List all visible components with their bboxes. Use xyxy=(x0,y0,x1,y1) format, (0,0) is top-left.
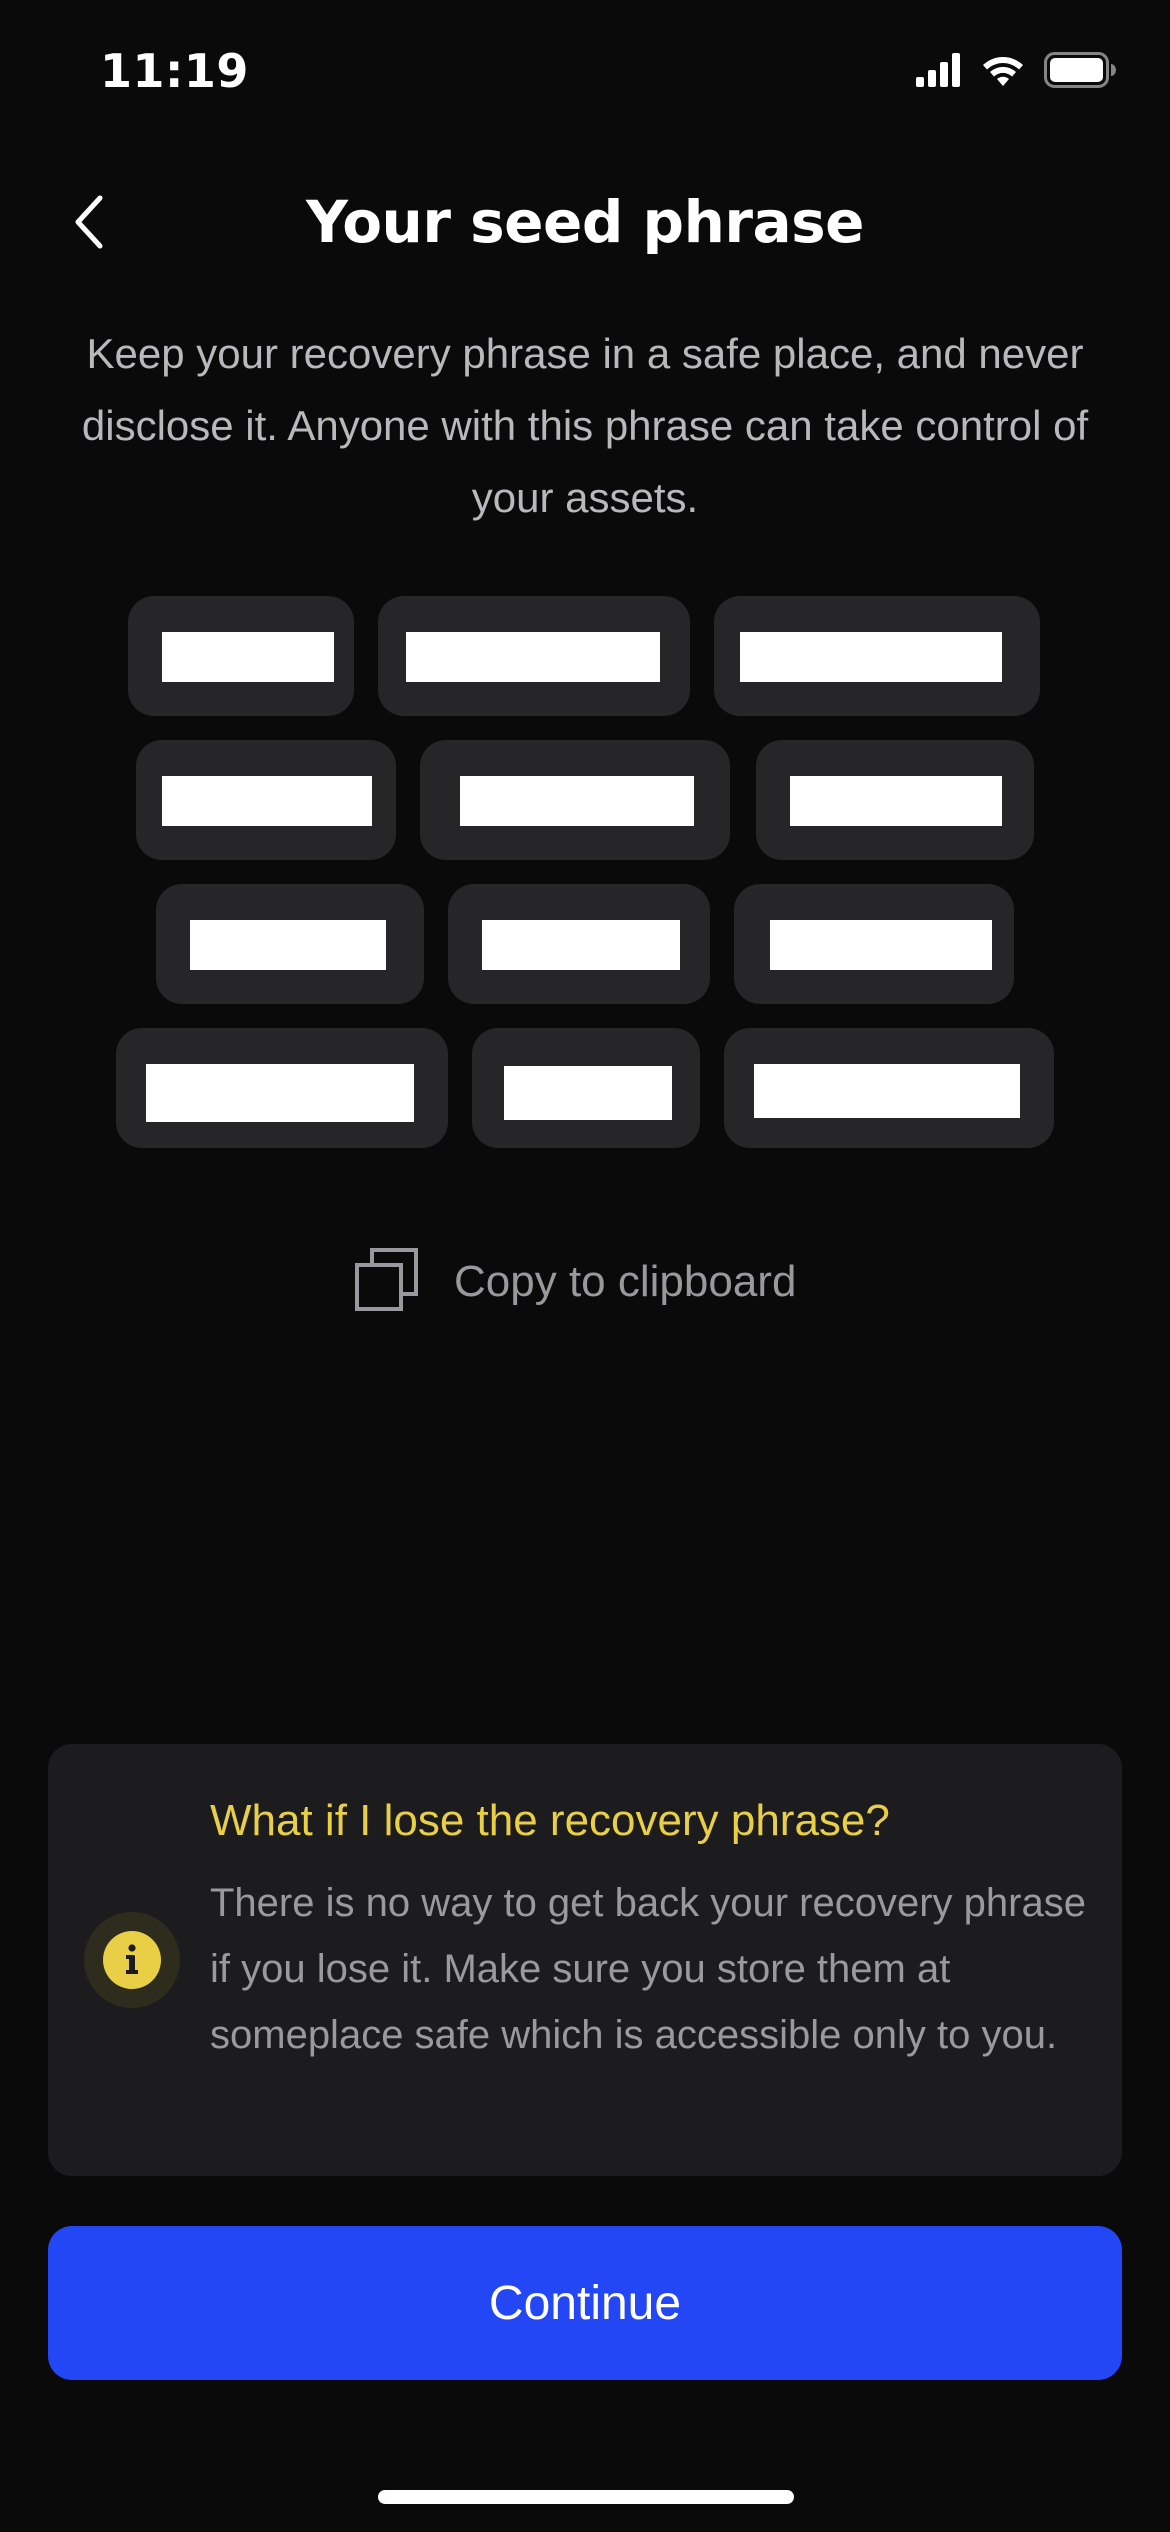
seed-word-chip xyxy=(378,596,690,716)
seed-word-chip xyxy=(724,1028,1054,1148)
seed-word-chip xyxy=(734,884,1014,1004)
subtitle: Keep your recovery phrase in a safe plac… xyxy=(81,330,1089,521)
wifi-icon xyxy=(980,53,1026,92)
home-indicator xyxy=(378,2490,794,2504)
seed-row xyxy=(0,1028,1170,1148)
copy-to-clipboard-button[interactable]: Copy to clipboard xyxy=(354,1246,796,1318)
status-time: 11:19 xyxy=(100,44,249,98)
copy-label: Copy to clipboard xyxy=(454,1257,797,1306)
info-title: What if I lose the recovery phrase? xyxy=(210,1796,890,1845)
copy-icon xyxy=(354,1247,420,1318)
seed-word-redacted xyxy=(460,776,694,826)
seed-row xyxy=(0,596,1170,716)
seed-word-redacted xyxy=(162,632,334,682)
seed-row xyxy=(0,740,1170,860)
seed-word-chip xyxy=(448,884,710,1004)
seed-word-chip xyxy=(472,1028,700,1148)
seed-word-redacted xyxy=(190,920,386,970)
status-icons xyxy=(916,52,1116,93)
seed-word-chip xyxy=(420,740,730,860)
info-body: There is no way to get back your recover… xyxy=(210,1881,1086,2057)
seed-word-chip xyxy=(756,740,1034,860)
seed-row xyxy=(0,884,1170,1004)
seed-word-chip xyxy=(116,1028,448,1148)
seed-word-redacted xyxy=(146,1064,414,1122)
seed-word-redacted xyxy=(406,632,660,682)
continue-button[interactable]: Continue xyxy=(48,2226,1122,2380)
seed-word-redacted xyxy=(740,632,1002,682)
seed-word-redacted xyxy=(504,1066,672,1120)
seed-word-redacted xyxy=(162,776,372,826)
battery-icon xyxy=(1044,52,1116,93)
seed-word-redacted xyxy=(790,776,1002,826)
page-title: Your seed phrase xyxy=(306,188,864,256)
signal-icon xyxy=(916,53,962,92)
seed-word-chip xyxy=(714,596,1040,716)
seed-word-chip xyxy=(136,740,396,860)
seed-word-redacted xyxy=(482,920,680,970)
seed-word-redacted xyxy=(754,1064,1020,1118)
info-icon xyxy=(84,1912,180,2008)
seed-word-redacted xyxy=(770,920,992,970)
seed-word-chip xyxy=(156,884,424,1004)
seed-word-chip xyxy=(128,596,354,716)
status-bar: 11:19 xyxy=(0,0,1170,150)
recovery-info-card: What if I lose the recovery phrase? Ther… xyxy=(48,1744,1122,2176)
